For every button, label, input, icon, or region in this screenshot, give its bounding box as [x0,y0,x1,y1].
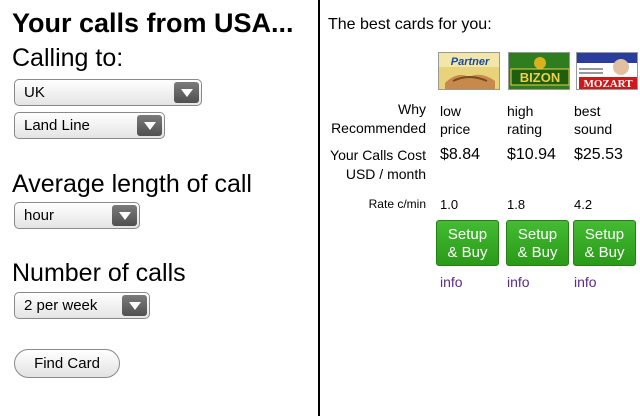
average-length-select[interactable]: hour [14,202,140,229]
line-type-select-value: Land Line [24,117,90,134]
find-card-button[interactable]: Find Card [14,349,120,378]
calling-to-label: Calling to: [12,44,124,72]
calls-cost-label: Your Calls Cost USD / month [330,147,426,182]
country-select-value: UK [24,84,45,101]
info-link[interactable]: info [440,274,463,290]
card-rate: 4.2 [574,197,593,212]
chevron-down-icon [174,82,199,103]
setup-buy-button[interactable]: Setup & Buy [573,220,636,266]
info-link[interactable]: info [574,274,597,290]
card-reason: low price [440,103,471,137]
card-cost: $25.53 [574,146,623,163]
chevron-down-icon [122,295,147,316]
card-reason: high rating [507,103,543,137]
partner-logo-text: Partner [451,56,490,68]
chevron-down-icon [112,205,137,226]
card-reason: best sound [574,103,613,137]
card-cost: $10.94 [507,146,556,163]
card-cost: $8.84 [440,146,481,163]
calls-form-panel: Your calls from USA... Calling to: UK La… [0,0,318,416]
card-rate: 1.8 [507,197,526,212]
number-of-calls-label: Number of calls [12,259,186,287]
average-length-label: Average length of call [12,170,252,198]
mozart-logo-text: MOZART [583,78,633,90]
country-select[interactable]: UK [14,79,202,106]
partner-card-logo[interactable]: Partner [438,52,500,90]
recommendations-panel: The best cards for you: Partner BIZON MO… [320,0,640,416]
number-of-calls-select-value: 2 per week [24,297,98,314]
page-headline: Your calls from USA... [12,8,294,38]
why-recommended-label: Why Recommended [331,101,426,136]
bizon-card-logo[interactable]: BIZON [508,52,570,90]
setup-buy-button[interactable]: Setup & Buy [436,220,499,266]
recommendations-title: The best cards for you: [328,16,492,33]
info-link[interactable]: info [507,274,530,290]
bizon-logo-text: BIZON [520,70,560,85]
average-length-select-value: hour [24,207,55,224]
rate-label: Rate c/min [368,197,426,211]
setup-buy-button[interactable]: Setup & Buy [506,220,569,266]
chevron-down-icon [137,115,162,136]
number-of-calls-select[interactable]: 2 per week [14,292,150,319]
line-type-select[interactable]: Land Line [14,112,165,139]
card-rate: 1.0 [440,197,459,212]
mozart-card-logo[interactable]: MOZART [576,52,638,90]
